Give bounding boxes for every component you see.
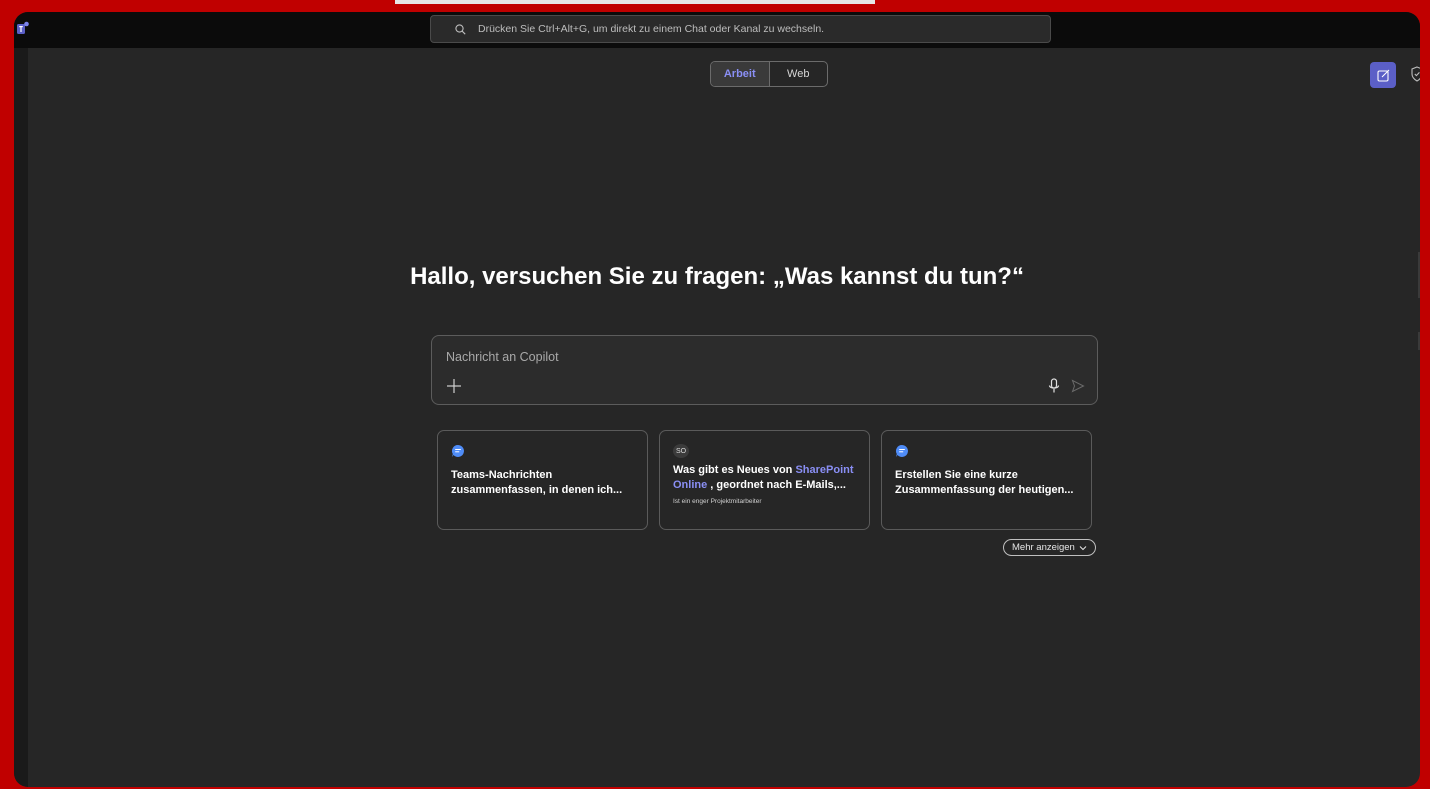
microphone-icon[interactable]	[1047, 378, 1061, 394]
suggestion-card[interactable]: SO Was gibt es Neues von SharePoint Onli…	[659, 430, 870, 530]
suggestion-cards: Teams-Nachrichten zusammenfassen, in den…	[437, 430, 1092, 530]
card-text-end: , geordnet nach E-Mails,...	[707, 479, 846, 491]
chevron-down-icon	[1079, 545, 1087, 550]
card-text: Erstellen Sie eine kurze Zusammenfassung…	[895, 469, 1074, 496]
composer-placeholder: Nachricht an Copilot	[446, 350, 559, 364]
show-more-label: Mehr anzeigen	[1012, 542, 1075, 553]
shield-icon[interactable]	[1410, 65, 1420, 83]
send-icon[interactable]	[1071, 379, 1085, 393]
suggestion-card[interactable]: Erstellen Sie eine kurze Zusammenfassung…	[881, 430, 1092, 530]
add-attachment-icon[interactable]	[444, 376, 464, 396]
show-more-button[interactable]: Mehr anzeigen	[1003, 539, 1096, 556]
card-text: Was gibt es Neues von SharePoint Online …	[673, 463, 856, 493]
search-placeholder: Drücken Sie Ctrl+Alt+G, um direkt zu ein…	[478, 23, 825, 35]
title-bar: Drücken Sie Ctrl+Alt+G, um direkt zu ein…	[14, 12, 1420, 48]
compose-icon	[1376, 69, 1389, 82]
sharepoint-badge: SO	[673, 444, 689, 458]
teams-logo-icon	[17, 21, 29, 34]
chat-bubble-icon	[451, 445, 464, 457]
search-input[interactable]: Drücken Sie Ctrl+Alt+G, um direkt zu ein…	[430, 15, 1051, 43]
card-subtext: Ist ein enger Projektmitarbeiter	[673, 498, 762, 505]
page-title: Hallo, versuchen Sie zu fragen: „Was kan…	[410, 263, 1024, 290]
message-composer[interactable]: Nachricht an Copilot	[431, 335, 1098, 405]
card-text-start: Was gibt es Neues von	[673, 464, 796, 476]
chat-bubble-icon	[895, 445, 908, 457]
teams-window: Drücken Sie Ctrl+Alt+G, um direkt zu ein…	[14, 12, 1420, 787]
suggestion-card[interactable]: Teams-Nachrichten zusammenfassen, in den…	[437, 430, 648, 530]
scroll-edge-lower	[1418, 332, 1420, 350]
top-edge-strip	[395, 0, 875, 4]
search-icon	[455, 23, 466, 35]
tab-web[interactable]: Web	[770, 62, 828, 86]
card-text: Teams-Nachrichten zusammenfassen, in den…	[451, 469, 623, 496]
left-gutter	[14, 48, 28, 787]
new-chat-button[interactable]	[1370, 62, 1396, 88]
tab-arbeit[interactable]: Arbeit	[711, 62, 770, 86]
mode-tabs: Arbeit Web	[710, 61, 828, 87]
